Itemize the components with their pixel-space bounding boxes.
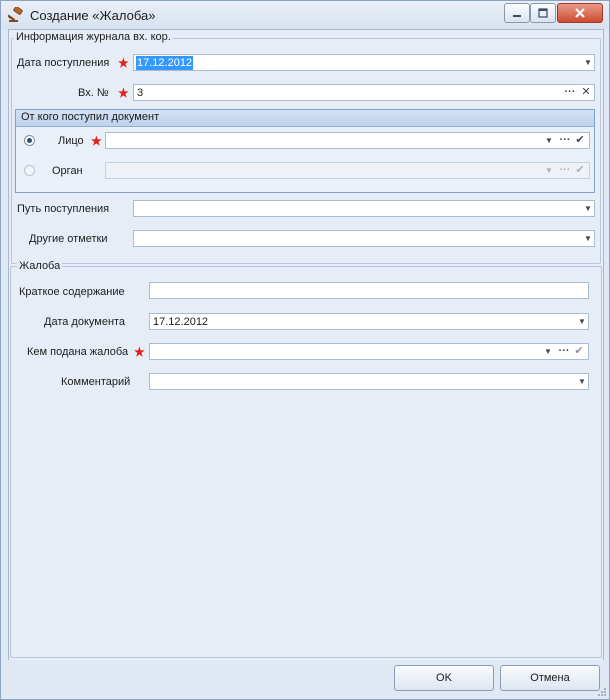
chevron-down-icon[interactable]: ▼ xyxy=(582,231,594,246)
person-label: Лицо xyxy=(58,135,84,147)
summary-field[interactable] xyxy=(149,282,589,299)
incoming-number-field[interactable]: 3 ··· ✕ xyxy=(133,84,595,101)
maximize-icon xyxy=(538,8,548,18)
checkmark-icon[interactable]: ✔ xyxy=(574,163,586,178)
complaint-group-label: Жалоба xyxy=(17,260,63,272)
title-bar[interactable]: Создание «Жалоба» xyxy=(1,1,609,29)
resize-grip-icon[interactable] xyxy=(597,687,607,697)
document-date-value: 17.12.2012 xyxy=(153,316,209,328)
window-title: Создание «Жалоба» xyxy=(30,8,156,23)
gavel-icon xyxy=(8,7,23,22)
person-radio[interactable] xyxy=(24,135,35,146)
ellipsis-icon[interactable]: ··· xyxy=(559,133,571,148)
organ-radio[interactable] xyxy=(24,165,35,176)
close-button[interactable] xyxy=(557,3,603,23)
person-field[interactable]: ▼ ··· ✔ xyxy=(105,132,590,149)
source-section-header: От кого поступил документ xyxy=(16,110,594,127)
minimize-button[interactable] xyxy=(504,3,530,23)
chevron-down-icon[interactable]: ▼ xyxy=(543,163,555,178)
incoming-number-value: 3 xyxy=(137,87,144,99)
comment-field[interactable]: ▼ xyxy=(149,373,589,390)
ellipsis-icon[interactable]: ··· xyxy=(559,163,571,178)
ellipsis-icon[interactable]: ··· xyxy=(564,85,576,100)
close-icon xyxy=(575,8,585,18)
cancel-button[interactable]: Отмена xyxy=(500,665,600,691)
chevron-down-icon[interactable]: ▼ xyxy=(582,201,594,216)
incoming-number-label: Вх. № xyxy=(78,87,109,99)
filed-by-label: Кем подана жалоба xyxy=(27,346,129,358)
clear-icon[interactable]: ✕ xyxy=(580,85,592,100)
date-received-label: Дата поступления xyxy=(17,57,110,69)
source-section: От кого поступил документ Лицо ★ ▼ ··· ✔… xyxy=(15,109,595,193)
ellipsis-icon[interactable]: ··· xyxy=(558,344,570,359)
form-content: Информация журнала вх. кор. Дата поступл… xyxy=(8,29,604,661)
required-marker: ★ xyxy=(118,56,129,70)
chevron-down-icon[interactable]: ▼ xyxy=(543,133,555,148)
chevron-down-icon[interactable]: ▼ xyxy=(576,314,588,329)
required-marker: ★ xyxy=(134,345,145,359)
summary-label: Краткое содержание xyxy=(19,286,125,298)
minimize-icon xyxy=(513,15,521,17)
chevron-down-icon[interactable]: ▼ xyxy=(576,374,588,389)
source-section-title: От кого поступил документ xyxy=(21,111,160,123)
chevron-down-icon[interactable]: ▼ xyxy=(582,55,594,70)
route-label: Путь поступления xyxy=(17,203,110,215)
organ-field[interactable]: ▼ ··· ✔ xyxy=(105,162,590,179)
document-date-field[interactable]: 17.12.2012 ▼ xyxy=(149,313,589,330)
required-marker: ★ xyxy=(118,86,129,100)
chevron-down-icon[interactable]: ▼ xyxy=(542,344,554,359)
checkmark-icon[interactable]: ✔ xyxy=(573,344,585,359)
date-received-field[interactable]: 17.12.2012 ▼ xyxy=(133,54,595,71)
other-marks-field[interactable]: ▼ xyxy=(133,230,595,247)
maximize-button[interactable] xyxy=(530,3,556,23)
checkmark-icon[interactable]: ✔ xyxy=(574,133,586,148)
other-marks-label: Другие отметки xyxy=(29,233,108,245)
ok-button[interactable]: OK xyxy=(394,665,494,691)
route-field[interactable]: ▼ xyxy=(133,200,595,217)
filed-by-field[interactable]: ▼ ··· ✔ xyxy=(149,343,589,360)
required-marker: ★ xyxy=(91,134,102,148)
dialog-window: Создание «Жалоба» Информация журнала вх.… xyxy=(0,0,610,700)
comment-label: Комментарий xyxy=(61,376,131,388)
document-date-label: Дата документа xyxy=(44,316,126,328)
date-received-value: 17.12.2012 xyxy=(136,56,194,70)
button-bar: OK Отмена xyxy=(1,660,609,699)
organ-label: Орган xyxy=(52,165,83,177)
journal-group-label: Информация журнала вх. кор. xyxy=(14,31,173,43)
